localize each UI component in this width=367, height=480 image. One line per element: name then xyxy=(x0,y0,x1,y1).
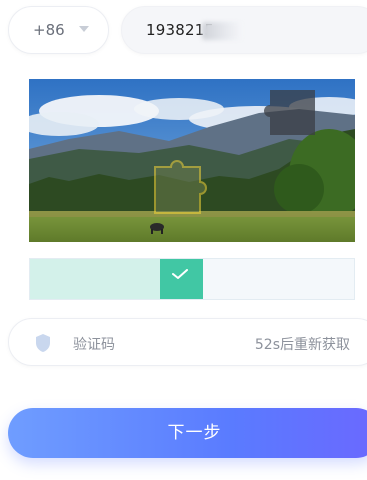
captcha-slider-track[interactable] xyxy=(29,258,355,300)
next-step-button[interactable]: 下一步 xyxy=(8,408,367,458)
country-code-value: +86 xyxy=(33,21,65,39)
chevron-down-icon xyxy=(79,26,89,32)
verification-code-placeholder: 验证码 xyxy=(73,337,115,353)
resend-countdown[interactable]: 52s后重新获取 xyxy=(255,334,350,354)
captcha-slider-handle[interactable] xyxy=(160,259,203,299)
shield-icon xyxy=(36,334,50,352)
check-icon xyxy=(172,269,188,279)
verification-code-input[interactable]: 验证码 52s后重新获取 xyxy=(8,318,367,366)
captcha-slider-progress xyxy=(30,259,182,299)
captcha-landscape xyxy=(29,79,355,242)
country-code-select[interactable]: +86 xyxy=(8,6,109,54)
phone-number-input[interactable]: 1938215 xyxy=(121,6,367,54)
puzzle-piece xyxy=(154,160,207,214)
captcha-image xyxy=(29,79,355,242)
phone-number-masked-digits xyxy=(202,22,242,40)
puzzle-target-slot xyxy=(264,90,315,135)
